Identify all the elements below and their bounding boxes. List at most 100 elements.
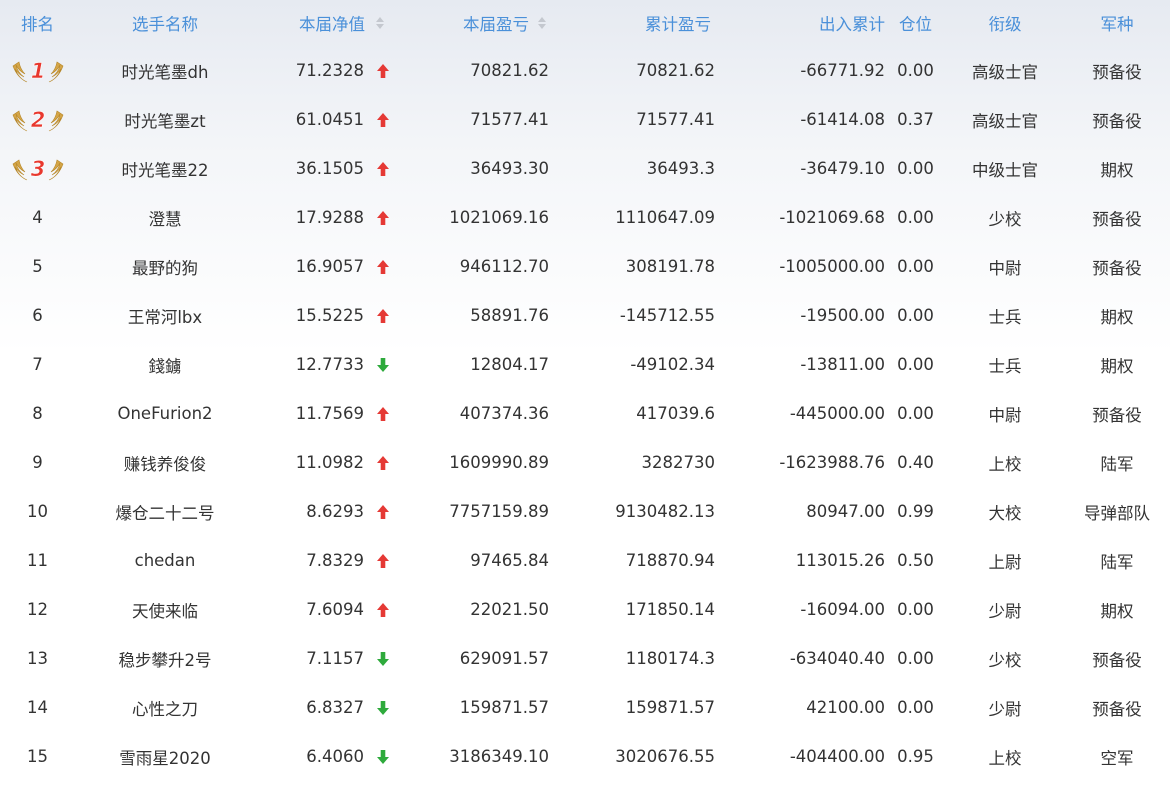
army-cell: 导弹部队 [1084, 503, 1150, 523]
rank-cell: 3 [0, 154, 75, 184]
table-row[interactable]: 8 OneFurion2 11.7569 407374.36 417039.6 … [0, 389, 1170, 438]
rank-cell: 15 [0, 747, 75, 766]
nav-cell: 36.1505 [255, 159, 395, 178]
table-row[interactable]: 9 赚钱养俊俊 11.0982 1609990.89 3282730 -1623… [0, 438, 1170, 487]
player-name[interactable]: 雪雨星2020 [75, 745, 255, 769]
table-row[interactable]: 14 心性之刀 6.8327 159871.57 159871.57 42100… [0, 683, 1170, 732]
in-out-cell: -16094.00 [800, 600, 885, 619]
position-cell: 0.00 [897, 208, 934, 227]
player-name[interactable]: OneFurion2 [75, 404, 255, 423]
sort-icon[interactable] [537, 16, 547, 30]
cumulative-pl-cell: -145712.55 [619, 306, 715, 325]
current-pl-cell: 58891.76 [470, 306, 549, 325]
table-row[interactable]: 15 雪雨星2020 6.4060 3186349.10 3020676.55 … [0, 732, 1170, 781]
in-out-cell: 42100.00 [806, 698, 885, 717]
player-name[interactable]: 天使来临 [75, 598, 255, 622]
table-row[interactable]: 3 时光笔墨22 36.1505 36493.30 36493.3 -36479… [0, 144, 1170, 193]
title-cell: 上校 [988, 748, 1022, 768]
title-cell: 少校 [988, 650, 1022, 670]
table-row[interactable]: 6 王常河lbx 15.5225 58891.76 -145712.55 -19… [0, 291, 1170, 340]
player-name[interactable]: 时光笔墨zt [75, 108, 255, 132]
rank-cell: 1 [0, 56, 75, 86]
player-name[interactable]: 最野的狗 [75, 255, 255, 279]
table-row[interactable]: 2 时光笔墨zt 61.0451 71577.41 71577.41 -6141… [0, 95, 1170, 144]
cumulative-pl-cell: 3020676.55 [615, 747, 715, 766]
current-pl-cell: 946112.70 [459, 257, 549, 276]
cumulative-pl-cell: 171850.14 [625, 600, 715, 619]
position-cell: 0.00 [897, 306, 934, 325]
rank-cell: 11 [0, 551, 75, 570]
cumulative-pl-cell: 159871.57 [625, 698, 715, 717]
nav-value: 61.0451 [295, 110, 364, 129]
rank-cell: 10 [0, 502, 75, 521]
rank-cell: 8 [0, 404, 75, 423]
arrow-up-icon [377, 406, 389, 421]
col-header-nav[interactable]: 本届净值 [255, 11, 395, 35]
player-name[interactable]: 爆仓二十二号 [75, 500, 255, 524]
position-cell: 0.00 [897, 404, 934, 423]
nav-cell: 61.0451 [255, 110, 395, 129]
table-row[interactable]: 4 澄慧 17.9288 1021069.16 1110647.09 -1021… [0, 193, 1170, 242]
current-pl-cell: 407374.36 [459, 404, 549, 423]
sort-icon[interactable] [375, 16, 385, 30]
nav-cell: 11.0982 [255, 453, 395, 472]
player-name[interactable]: 时光笔墨dh [75, 59, 255, 83]
col-header-name: 选手名称 [132, 15, 198, 34]
position-cell: 0.95 [897, 747, 934, 766]
player-name[interactable]: 王常河lbx [75, 304, 255, 328]
nav-cell: 11.7569 [255, 404, 395, 423]
medal-icon: 2 [12, 107, 63, 132]
position-cell: 0.00 [897, 698, 934, 717]
army-cell: 期权 [1100, 307, 1134, 327]
col-header-rank: 排名 [21, 15, 54, 34]
title-cell: 少校 [988, 209, 1022, 229]
arrow-down-icon [377, 749, 389, 764]
svg-text:2: 2 [30, 108, 45, 132]
current-pl-cell: 3186349.10 [449, 747, 549, 766]
arrow-up-icon [377, 63, 389, 78]
title-cell: 上尉 [988, 552, 1022, 572]
cumulative-pl-cell: 1180174.3 [625, 649, 715, 668]
table-row[interactable]: 11 chedan 7.8329 97465.84 718870.94 1130… [0, 536, 1170, 585]
position-cell: 0.00 [897, 355, 934, 374]
player-name[interactable]: 稳步攀升2号 [75, 647, 255, 671]
player-name[interactable]: chedan [75, 551, 255, 570]
table-row[interactable]: 12 天使来临 7.6094 22021.50 171850.14 -16094… [0, 585, 1170, 634]
cumulative-pl-cell: 70821.62 [636, 61, 715, 80]
nav-value: 7.1157 [306, 649, 364, 668]
medal-icon: 1 [12, 58, 63, 83]
table-row[interactable]: 13 稳步攀升2号 7.1157 629091.57 1180174.3 -63… [0, 634, 1170, 683]
current-pl-cell: 629091.57 [459, 649, 549, 668]
nav-value: 36.1505 [295, 159, 364, 178]
current-pl-cell: 71577.41 [470, 110, 549, 129]
player-name[interactable]: 时光笔墨22 [75, 157, 255, 181]
position-cell: 0.00 [897, 61, 934, 80]
position-cell: 0.40 [897, 453, 934, 472]
player-name[interactable]: 錢鐪 [75, 353, 255, 377]
table-row[interactable]: 5 最野的狗 16.9057 946112.70 308191.78 -1005… [0, 242, 1170, 291]
nav-cell: 7.6094 [255, 600, 395, 619]
arrow-up-icon [377, 504, 389, 519]
title-cell: 大校 [988, 503, 1022, 523]
title-cell: 高级士官 [972, 62, 1038, 82]
player-name[interactable]: 心性之刀 [75, 696, 255, 720]
army-cell: 预备役 [1092, 650, 1142, 670]
table-row[interactable]: 10 爆仓二十二号 8.6293 7757159.89 9130482.13 8… [0, 487, 1170, 536]
position-cell: 0.00 [897, 159, 934, 178]
table-row[interactable]: 1 时光笔墨dh 71.2328 70821.62 70821.62 -6677… [0, 46, 1170, 95]
rank-cell: 9 [0, 453, 75, 472]
player-name[interactable]: 赚钱养俊俊 [75, 451, 255, 475]
rank-cell: 13 [0, 649, 75, 668]
cumulative-pl-cell: 718870.94 [625, 551, 715, 570]
army-cell: 期权 [1100, 356, 1134, 376]
current-pl-cell: 159871.57 [459, 698, 549, 717]
table-body: 1 时光笔墨dh 71.2328 70821.62 70821.62 -6677… [0, 46, 1170, 781]
in-out-cell: -1005000.00 [779, 257, 885, 276]
in-out-cell: -13811.00 [800, 355, 885, 374]
current-pl-cell: 97465.84 [470, 551, 549, 570]
player-name[interactable]: 澄慧 [75, 206, 255, 230]
rank-number: 11 [27, 551, 48, 570]
col-header-current-pl[interactable]: 本届盈亏 [395, 11, 555, 35]
rank-cell: 5 [0, 257, 75, 276]
table-row[interactable]: 7 錢鐪 12.7733 12804.17 -49102.34 -13811.0… [0, 340, 1170, 389]
